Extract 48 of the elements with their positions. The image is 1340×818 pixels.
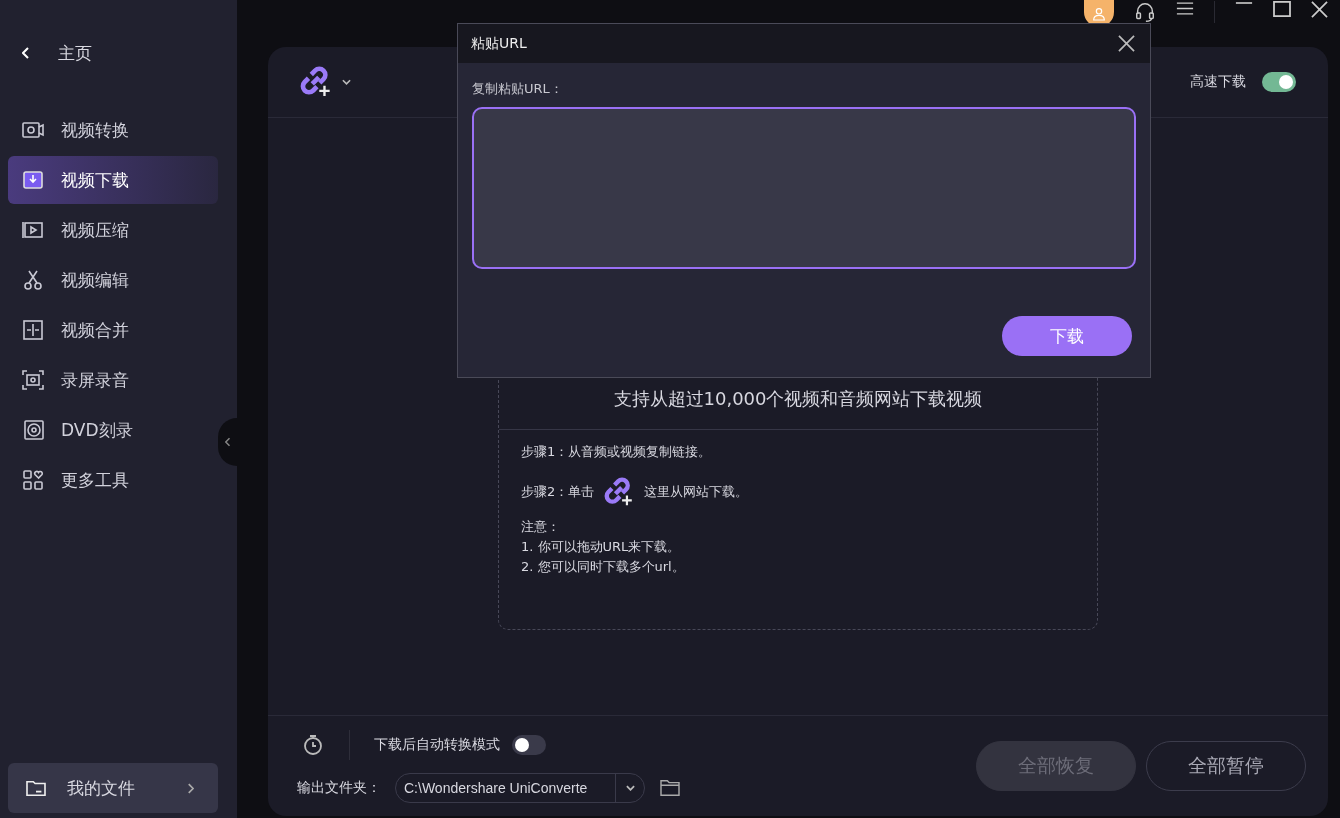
add-link-button[interactable] bbox=[300, 66, 351, 98]
minimize-icon[interactable] bbox=[1235, 1, 1253, 5]
caret-icon bbox=[625, 784, 635, 791]
close-icon[interactable] bbox=[1311, 1, 1328, 18]
sidebar-item[interactable]: 视频合并 bbox=[8, 306, 218, 354]
note-text: 1. 你可以拖动URL来下载。 bbox=[521, 538, 682, 556]
supported-sites-text: 支持从超过10,000个视频和音频网站下载视频 bbox=[499, 385, 1097, 430]
high-speed-label: 高速下载 bbox=[1190, 73, 1246, 91]
dialog-title: 粘贴URL bbox=[471, 34, 527, 53]
grid-heart-icon bbox=[21, 468, 45, 492]
maximize-icon[interactable] bbox=[1273, 1, 1291, 17]
sidebar-item[interactable]: 视频编辑 bbox=[8, 256, 218, 304]
link-plus-icon bbox=[604, 477, 635, 507]
sidebar-item[interactable]: DVD刻录 bbox=[8, 406, 218, 454]
sidebar-item[interactable]: 更多工具 bbox=[8, 456, 218, 504]
screen-record-icon bbox=[21, 368, 45, 392]
sidebar-item[interactable]: 视频压缩 bbox=[8, 206, 218, 254]
sidebar-item[interactable]: 视频转换 bbox=[8, 106, 218, 154]
auto-convert-label: 下载后自动转换模式 bbox=[374, 735, 500, 754]
close-icon[interactable] bbox=[1118, 35, 1135, 52]
step-text: 步骤1：从音频或视频复制链接。 bbox=[521, 443, 713, 461]
auto-convert-toggle[interactable] bbox=[512, 734, 546, 755]
folder-icon[interactable] bbox=[659, 778, 681, 797]
url-input-field[interactable] bbox=[472, 107, 1136, 269]
my-files-button[interactable]: 我的文件 bbox=[8, 763, 218, 813]
url-field-label: 复制粘贴URL： bbox=[472, 80, 563, 98]
sidebar-item[interactable]: 视频下载 bbox=[8, 156, 218, 204]
step-text: 步骤2：单击 bbox=[521, 483, 595, 501]
download-tray-icon bbox=[21, 168, 45, 192]
headset-icon[interactable] bbox=[1134, 1, 1156, 23]
output-folder-label: 输出文件夹： bbox=[297, 778, 381, 797]
scissors-icon bbox=[21, 268, 45, 292]
high-speed-toggle[interactable] bbox=[1262, 72, 1296, 92]
note-text: 2. 您可以同时下载多个url。 bbox=[521, 558, 686, 576]
menu-icon[interactable] bbox=[1176, 1, 1194, 16]
note-title: 注意： bbox=[521, 518, 561, 536]
link-plus-icon bbox=[300, 66, 332, 98]
sidebar-item[interactable]: 录屏录音 bbox=[8, 356, 218, 404]
home-link[interactable]: 主页 bbox=[8, 40, 92, 66]
folder-icon bbox=[25, 779, 47, 797]
merge-frame-icon bbox=[21, 318, 45, 342]
chevron-left-icon bbox=[22, 47, 30, 59]
chevron-right-icon bbox=[187, 782, 194, 794]
step-text: 这里从网站下载。 bbox=[644, 483, 749, 501]
caret-icon bbox=[342, 79, 351, 85]
action-button[interactable]: 全部暂停 bbox=[1146, 741, 1306, 791]
collapse-handle[interactable] bbox=[218, 418, 237, 466]
timer-icon[interactable] bbox=[301, 732, 325, 757]
